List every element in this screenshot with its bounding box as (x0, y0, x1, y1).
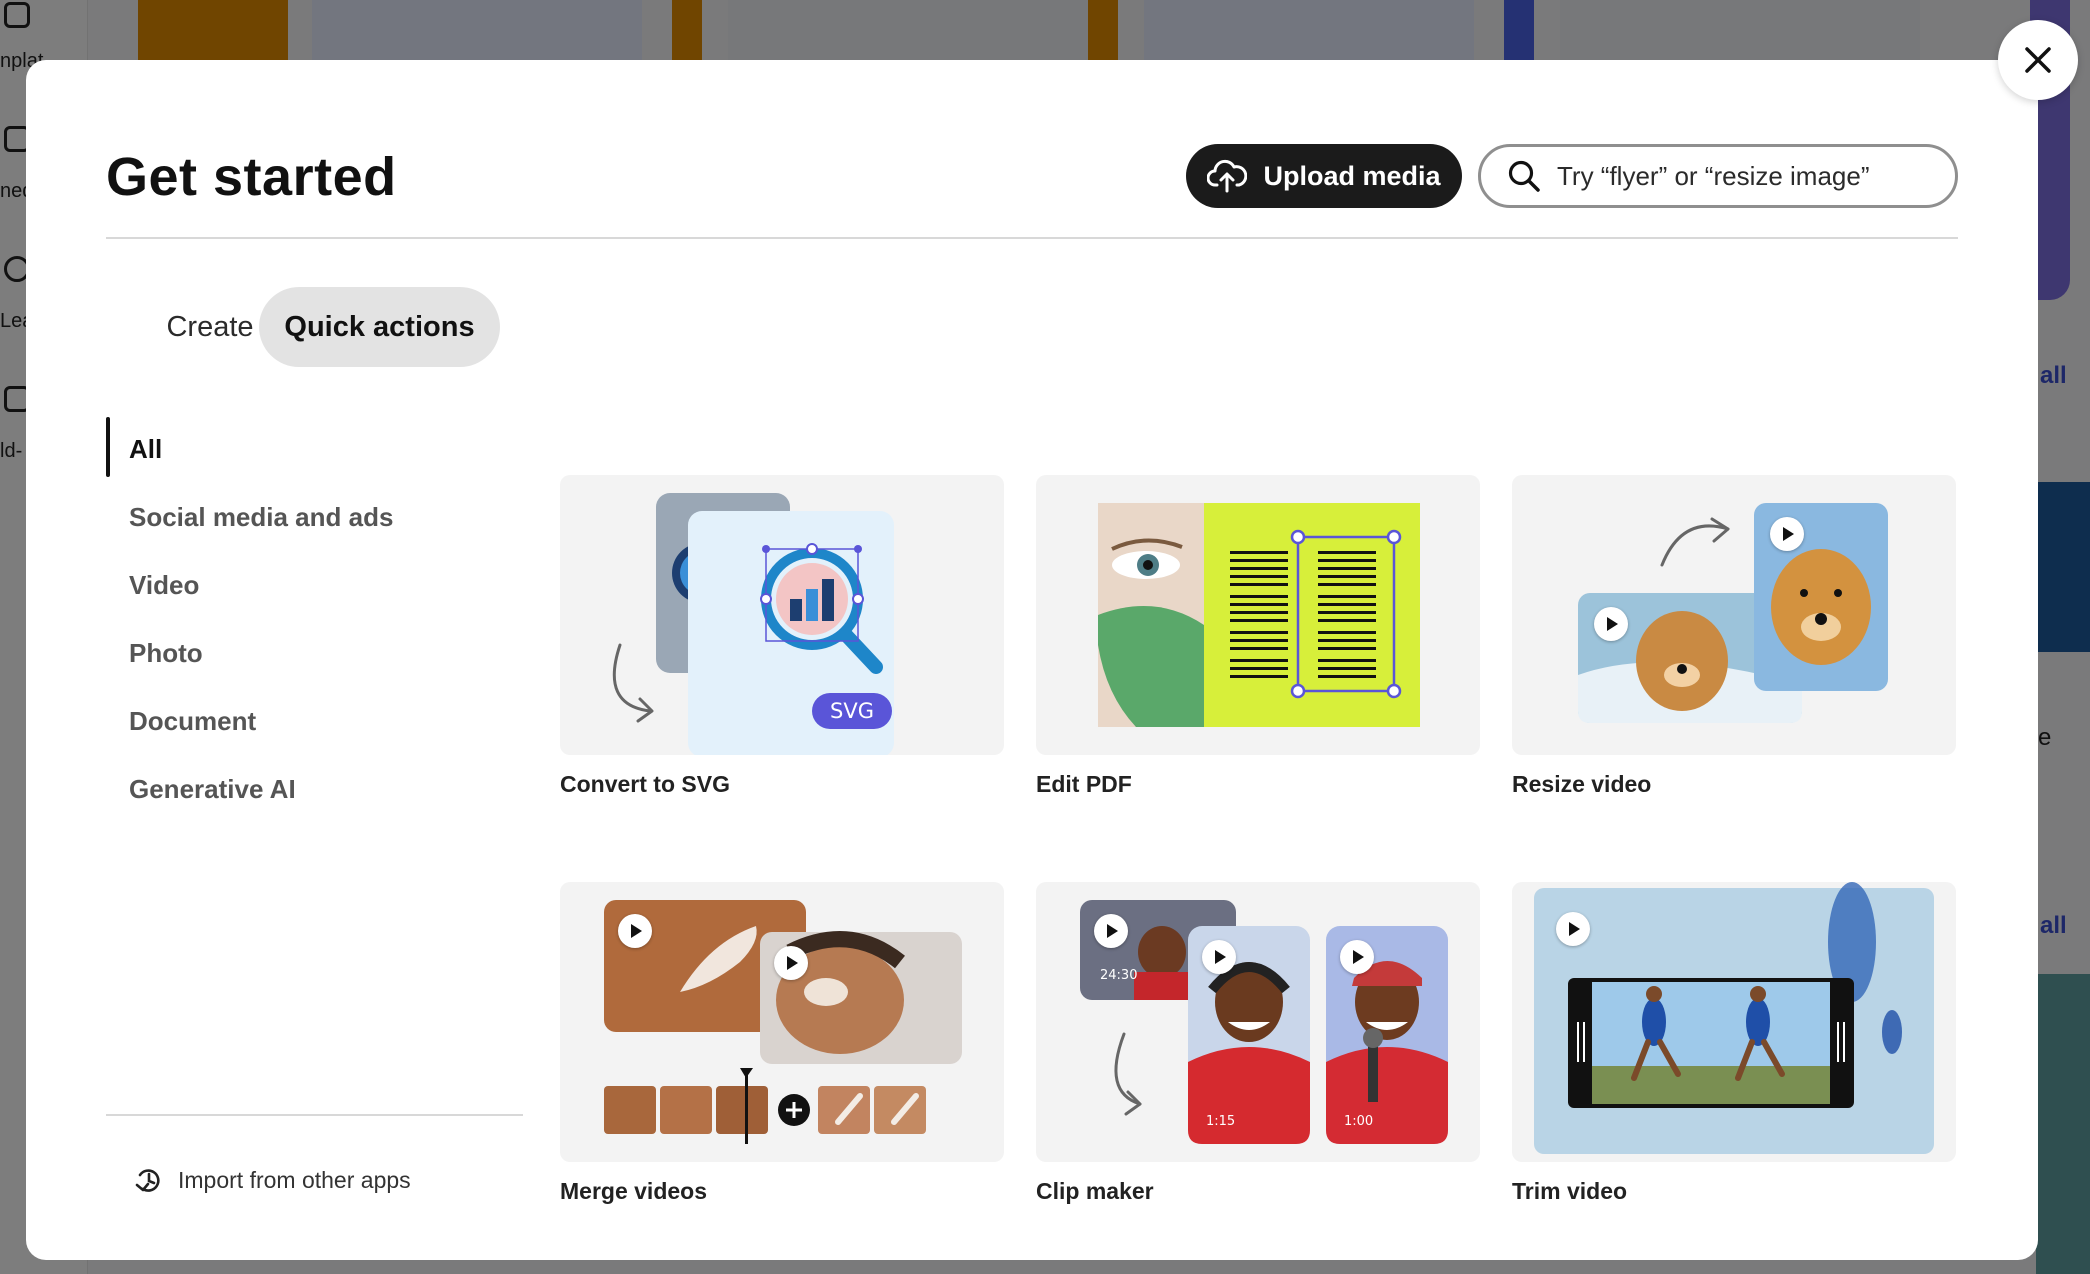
card-label: Resize video (1512, 771, 1652, 797)
play-icon (618, 914, 652, 948)
quick-action-resize-video[interactable]: Resize video (1512, 475, 1956, 798)
close-icon (2025, 47, 2051, 73)
timecode-label: 24:30 (1100, 968, 1138, 983)
card-label: Trim video (1512, 1178, 1628, 1204)
quick-action-trim-video[interactable]: Trim video (1512, 882, 1956, 1205)
category-video[interactable]: Video (106, 551, 526, 619)
play-icon (1094, 914, 1128, 948)
search-input[interactable] (1557, 160, 1937, 192)
edit-pdf-thumbnail (1036, 475, 1480, 755)
play-icon (1340, 940, 1374, 974)
play-icon (1556, 912, 1590, 946)
convert-to-svg-thumbnail: SVG (560, 475, 1004, 755)
upload-media-label: Upload media (1263, 160, 1441, 191)
resize-video-thumbnail (1512, 475, 1956, 755)
quick-action-merge-videos[interactable]: Merge videos (560, 882, 1004, 1205)
category-list: All Social media and ads Video Photo Doc… (106, 415, 526, 823)
upload-media-button[interactable]: Upload media (1186, 144, 1462, 208)
category-document[interactable]: Document (106, 687, 526, 755)
sidebar-divider (106, 1114, 523, 1116)
quick-action-clip-maker[interactable]: 24:30 1:15 1:00 Clip maker (1036, 882, 1480, 1205)
category-all[interactable]: All (106, 415, 526, 483)
play-icon (1770, 517, 1804, 551)
search-icon (1508, 160, 1540, 192)
timecode-label: 1:15 (1206, 1114, 1236, 1129)
card-label: Merge videos (560, 1178, 707, 1204)
resize-video-illustration (1578, 503, 1888, 723)
import-from-other-apps-link[interactable]: Import from other apps (134, 1160, 411, 1200)
close-button[interactable] (1998, 20, 2078, 100)
card-label: Convert to SVG (560, 771, 730, 797)
play-icon (774, 946, 808, 980)
clip-maker-thumbnail: 24:30 1:15 1:00 (1036, 882, 1480, 1162)
convert-to-svg-illustration (612, 493, 894, 755)
svg-badge: SVG (830, 699, 874, 723)
header-divider (106, 237, 1958, 239)
quick-action-edit-pdf[interactable]: Edit PDF (1036, 475, 1480, 798)
card-label: Edit PDF (1036, 771, 1132, 797)
card-label: Clip maker (1036, 1178, 1154, 1204)
cloud-upload-icon (1207, 159, 1248, 193)
import-icon (135, 1169, 160, 1192)
merge-videos-thumbnail (560, 882, 1004, 1162)
category-social-media-and-ads[interactable]: Social media and ads (106, 483, 526, 551)
play-icon (1594, 607, 1628, 641)
play-icon (1202, 940, 1236, 974)
edit-pdf-illustration (1098, 503, 1420, 727)
category-generative-ai[interactable]: Generative AI (106, 755, 526, 823)
timecode-label: 1:00 (1344, 1114, 1374, 1129)
search-field[interactable] (1478, 144, 1958, 208)
tab-quick-actions[interactable]: Quick actions (259, 287, 500, 367)
category-photo[interactable]: Photo (106, 619, 526, 687)
dialog-title: Get started (106, 147, 397, 207)
quick-action-convert-to-svg[interactable]: SVG Convert to SVG (560, 475, 1004, 798)
import-from-other-apps-label: Import from other apps (178, 1166, 411, 1193)
get-started-dialog: Get started Upload media Create Quick ac… (26, 60, 2038, 1260)
trim-video-thumbnail (1512, 882, 1956, 1162)
